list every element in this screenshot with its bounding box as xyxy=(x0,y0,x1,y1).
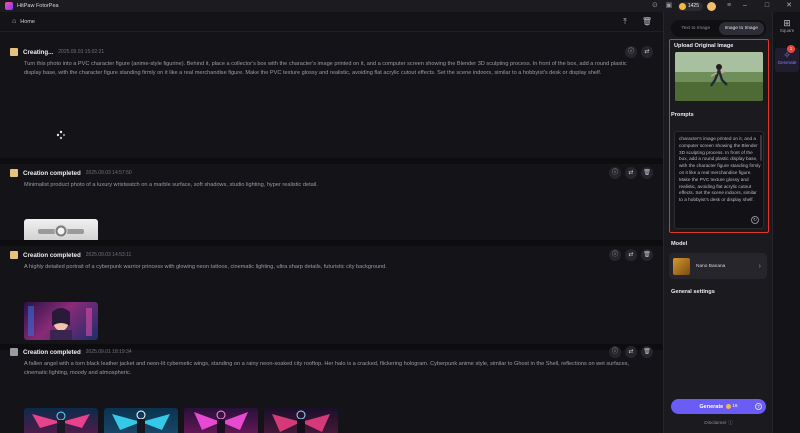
upload-icon[interactable]: ⤒ xyxy=(619,16,631,28)
delete-icon[interactable]: 🗑 xyxy=(641,346,653,358)
maximize-icon[interactable]: □ xyxy=(756,0,778,12)
result-image-angel-4[interactable] xyxy=(264,408,338,433)
generate-label: Generate xyxy=(699,403,724,410)
regenerate-icon[interactable]: ⇄ xyxy=(625,346,637,358)
generate-cost: 16 xyxy=(732,404,738,409)
gamepad-icon[interactable]: ⊙ xyxy=(650,1,660,11)
help-icon[interactable]: ? xyxy=(755,403,762,410)
delete-icon[interactable]: 🗑 xyxy=(641,249,653,261)
trash-icon[interactable]: 🗑 xyxy=(641,16,653,28)
creation-feed: ⌂ Home ⤒ 🗑 Creating... 2025.09.03 15:02:… xyxy=(0,12,663,433)
close-icon[interactable]: ✕ xyxy=(778,0,800,12)
generation-panel: Text to Image Image to Image Upload Orig… xyxy=(663,12,772,433)
delete-icon[interactable]: 🗑 xyxy=(641,167,653,179)
status-text: Creation completed xyxy=(23,169,81,177)
info-icon[interactable]: ⓘ xyxy=(609,346,621,358)
source-thumb xyxy=(10,251,18,259)
rail-label: Square xyxy=(779,28,795,33)
prompt-text: A fallen angel with a torn black leather… xyxy=(24,361,630,376)
status-text: Creation completed xyxy=(23,348,81,356)
avatar[interactable] xyxy=(707,1,716,11)
prompt-text: Minimalist product photo of a luxury wri… xyxy=(24,182,318,188)
timestamp: 2025.09.01 18:19:34 xyxy=(85,349,132,355)
credits-badge[interactable]: 1425 xyxy=(677,1,703,11)
rail-item-generate[interactable]: 1 ✧ Generate xyxy=(775,45,799,72)
info-icon[interactable]: ⓘ xyxy=(609,167,621,179)
timestamp: 2025.09.03 14:57:50 xyxy=(85,170,132,176)
coin-icon xyxy=(678,2,686,10)
result-image-angel-2[interactable] xyxy=(104,408,178,433)
prompt-scrollbar[interactable] xyxy=(760,135,762,161)
regenerate-icon[interactable]: ⇄ xyxy=(625,167,637,179)
creation-card: Creation completed 2025.09.03 14:53:11 ⓘ… xyxy=(0,249,663,343)
chevron-right-icon: › xyxy=(758,262,761,270)
status-text: Creation completed xyxy=(23,251,81,259)
timestamp: 2025.09.03 14:53:11 xyxy=(85,252,132,258)
general-settings-title[interactable]: General settings xyxy=(671,289,715,295)
upload-title: Upload Original Image xyxy=(674,43,734,49)
rail-item-square[interactable]: ⊞ Square xyxy=(773,18,800,40)
title-bar: HitPaw FotorPea ⊙ ▣ 1425 ≡ – □ ✕ xyxy=(0,0,800,12)
prompts-title: Prompts xyxy=(671,112,694,118)
loading-spinner xyxy=(56,130,66,140)
app-logo xyxy=(5,2,13,10)
side-rail: ⊞ Square 1 ✧ Generate xyxy=(772,12,800,433)
info-icon[interactable]: ⓘ xyxy=(609,249,621,261)
mode-tabs: Text to Image Image to Image xyxy=(671,20,766,37)
source-thumb xyxy=(10,169,18,177)
result-image-angel-1[interactable] xyxy=(24,408,98,433)
generate-button[interactable]: Generate 16 ? xyxy=(671,399,766,414)
notification-badge: 1 xyxy=(787,45,795,53)
tab-image-to-image[interactable]: Image to Image xyxy=(718,22,764,35)
prompt-text: Turn this photo into a PVC character fig… xyxy=(24,61,627,76)
coin-icon xyxy=(726,404,732,409)
home-bar: ⌂ Home ⤒ 🗑 xyxy=(0,12,663,32)
creation-card: Creation completed 2025.09.01 18:19:34 ⓘ… xyxy=(0,346,663,433)
source-thumb xyxy=(10,48,18,56)
minimize-icon[interactable]: – xyxy=(734,0,756,12)
credits-count: 1425 xyxy=(687,3,699,9)
menu-icon[interactable]: ≡ xyxy=(724,1,734,11)
tab-text-to-image[interactable]: Text to Image xyxy=(673,22,719,35)
creation-card: Creation completed 2025.09.03 14:57:50 ⓘ… xyxy=(0,167,663,247)
status-text: Creating... xyxy=(23,48,54,56)
creation-card: Creating... 2025.09.03 15:02:21 ⓘ ⇄ Turn… xyxy=(0,46,663,166)
source-thumb xyxy=(10,348,18,356)
prompt-textarea[interactable]: character's image printed on it, and a c… xyxy=(674,131,764,229)
home-link[interactable]: Home xyxy=(20,19,35,25)
rail-label: Generate xyxy=(777,60,797,65)
model-name: Nano Banana xyxy=(696,263,726,269)
regenerate-icon[interactable]: ⇄ xyxy=(625,249,637,261)
model-selector[interactable]: Nano Banana › xyxy=(669,253,767,279)
regenerate-icon[interactable]: ⇄ xyxy=(641,46,653,58)
model-thumbnail xyxy=(673,257,690,275)
uploaded-image[interactable] xyxy=(675,52,763,101)
prompt-text: A highly detailed portrait of a cyberpun… xyxy=(24,264,387,270)
gift-icon[interactable]: ▣ xyxy=(664,1,674,11)
app-title: HitPaw FotorPea xyxy=(17,3,59,9)
model-title: Model xyxy=(671,241,688,247)
grid-icon: ⊞ xyxy=(783,18,791,28)
disclaimer-label: Disclaimer xyxy=(704,421,727,426)
disclaimer-link[interactable]: Disclaimer ⓘ xyxy=(664,419,773,426)
info-icon[interactable]: ⓘ xyxy=(625,46,637,58)
card-divider xyxy=(0,158,663,164)
result-image-cyberpunk[interactable] xyxy=(24,302,98,340)
home-icon[interactable]: ⌂ xyxy=(12,18,16,25)
prompt-input-text: character's image printed on it, and a c… xyxy=(679,136,761,203)
card-divider xyxy=(0,240,663,246)
result-image-angel-3[interactable] xyxy=(184,408,258,433)
enhance-prompt-icon[interactable]: ↻ xyxy=(751,216,759,224)
timestamp: 2025.09.03 15:02:21 xyxy=(58,49,105,55)
